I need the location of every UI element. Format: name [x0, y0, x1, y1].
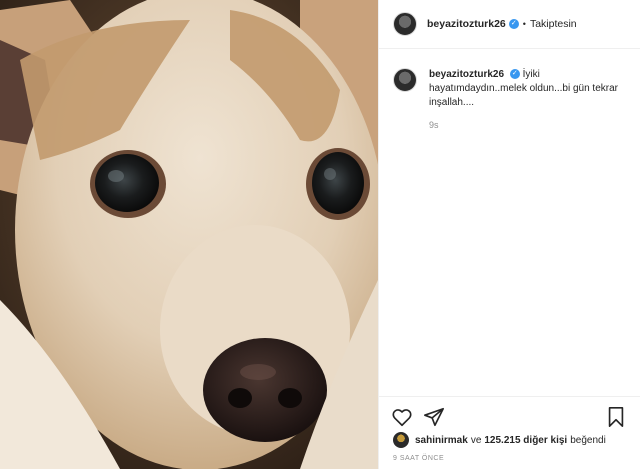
dog-photo — [0, 0, 378, 469]
post-sidebar: beyazitozturk26 ✓ • Takiptesin beyazitoz… — [378, 0, 640, 469]
caption-avatar[interactable] — [393, 68, 417, 92]
caption-text-container: beyazitozturk26 ✓ İyiki hayatımdaydın..m… — [429, 68, 629, 110]
action-bar — [379, 396, 640, 433]
caption-verified-icon: ✓ — [509, 69, 520, 80]
likes-conjunction: ve — [470, 434, 482, 446]
post-header: beyazitozturk26 ✓ • Takiptesin — [379, 0, 640, 49]
caption-username[interactable]: beyazitozturk26 — [429, 69, 504, 80]
heart-icon[interactable] — [391, 406, 413, 428]
liker-username[interactable]: sahinirmak — [415, 435, 468, 446]
liker-avatar[interactable] — [393, 432, 409, 448]
caption-block: beyazitozturk26 ✓ İyiki hayatımdaydın..m… — [393, 68, 629, 130]
author-avatar[interactable] — [393, 12, 417, 36]
paper-plane-icon[interactable] — [423, 406, 445, 428]
separator-dot: • — [522, 19, 526, 29]
author-username[interactable]: beyazitozturk26 — [427, 18, 506, 30]
likes-count[interactable]: 125.215 diğer kişi — [484, 435, 567, 446]
post-image[interactable] — [0, 0, 378, 469]
bookmark-icon[interactable] — [605, 406, 627, 428]
post-viewer: beyazitozturk26 ✓ • Takiptesin beyazitoz… — [0, 0, 640, 469]
verified-badge-icon: ✓ — [508, 19, 519, 29]
follow-status-button[interactable]: Takiptesin — [530, 18, 577, 30]
likes-suffix: beğendi — [570, 434, 606, 446]
likes-summary: sahinirmak ve 125.215 diğer kişi beğendi — [393, 432, 606, 448]
post-timestamp[interactable]: 9 SAAT ÖNCE — [393, 455, 444, 462]
caption-time[interactable]: 9s — [429, 120, 629, 130]
